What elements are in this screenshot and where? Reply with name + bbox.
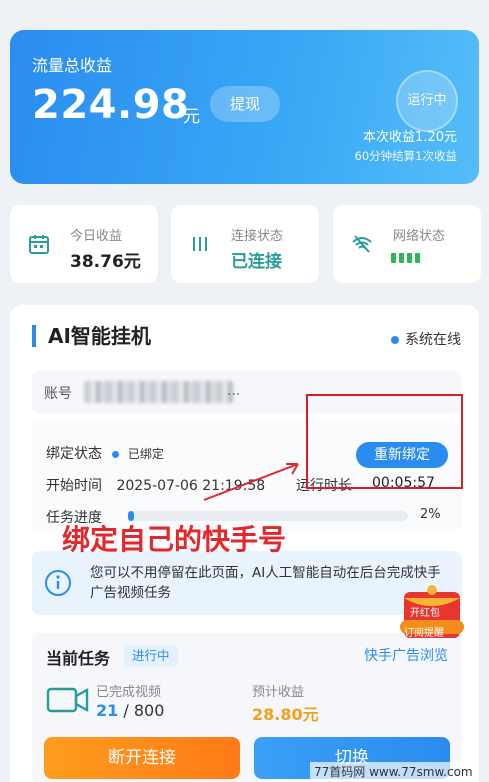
connection-status-value: 已连接	[231, 252, 282, 272]
network-status-card: 网络状态	[333, 205, 481, 283]
completed-videos-value: 21 / 800	[96, 701, 164, 720]
calendar-icon	[29, 235, 49, 254]
current-task-card: 当前任务 进行中 快手广告浏览 已完成视频 21 / 800 预计收益 28.8…	[32, 633, 462, 782]
completed-videos-label: 已完成视频	[96, 685, 162, 700]
total-income-amount: 224.98	[32, 82, 190, 128]
signal-bars	[391, 253, 420, 263]
bars-icon	[193, 237, 207, 251]
total-income-unit: 元	[183, 107, 200, 127]
connection-status-card: 连接状态 已连接	[171, 205, 319, 283]
withdraw-button[interactable]: 提现	[210, 86, 280, 122]
watermark: 77首码网 www.77smw.com	[310, 762, 477, 781]
bind-status-label: 绑定状态	[46, 446, 102, 462]
estimated-income-value: 28.80元	[252, 705, 319, 724]
account-label: 账号	[44, 386, 72, 402]
progress-percent: 2%	[420, 507, 441, 522]
task-status-badge: 进行中	[124, 645, 178, 667]
annotation-highlight-box	[306, 394, 463, 489]
current-income: 本次收益1.20元	[363, 130, 457, 145]
total-income-card: 流量总收益 224.98 元 提现 运行中 本次收益1.20元 60分钟结算1次…	[10, 30, 479, 184]
estimated-income-label: 预计收益	[252, 685, 305, 700]
video-icon	[46, 687, 89, 713]
online-dot-icon	[391, 336, 399, 344]
running-status-badge: 运行中	[396, 70, 458, 132]
current-task-title: 当前任务	[46, 649, 111, 668]
completed-total: / 800	[118, 701, 165, 720]
info-text: 您可以不用停留在此页面，AI人工智能自动在后台完成快手广告视频任务	[90, 565, 441, 601]
system-online-status: 系统在线	[391, 329, 461, 349]
settle-note: 60分钟结算1次收益	[354, 149, 457, 163]
disconnect-button[interactable]: 断开连接	[44, 737, 240, 779]
today-income-label: 今日收益	[70, 229, 123, 244]
annotation-text: 绑定自己的快手号	[62, 523, 287, 556]
online-label: 系统在线	[405, 332, 461, 348]
completed-count: 21	[96, 701, 119, 720]
network-status-label: 网络状态	[393, 229, 446, 244]
signal-bar	[407, 253, 412, 263]
bind-status-value: 已绑定	[127, 447, 164, 461]
bound-dot-icon	[112, 450, 120, 458]
red-packet-label: 开红包	[410, 608, 440, 619]
account-blurred	[84, 381, 234, 403]
info-icon	[45, 570, 71, 596]
annotation-arrow-icon	[203, 463, 299, 501]
signal-bar	[391, 253, 396, 263]
signal-bar	[415, 253, 420, 263]
bind-status-row: 绑定状态 已绑定	[46, 443, 164, 463]
today-income-card: 今日收益 38.76元	[10, 205, 158, 283]
red-packet-subscribe: 订阅提醒	[404, 628, 444, 639]
signal-bar	[399, 253, 404, 263]
wifi-off-icon	[352, 235, 372, 253]
red-packet-float[interactable]: 开红包 订阅提醒	[398, 584, 466, 640]
today-income-value: 38.76元	[70, 252, 141, 272]
connection-status-label: 连接状态	[231, 229, 284, 244]
start-time-label: 开始时间	[46, 478, 102, 494]
task-type-link[interactable]: 快手广告浏览	[364, 645, 448, 665]
panel-title: AI智能挂机	[32, 325, 151, 347]
total-income-label: 流量总收益	[32, 56, 113, 75]
account-ellipsis: ...	[227, 383, 241, 399]
